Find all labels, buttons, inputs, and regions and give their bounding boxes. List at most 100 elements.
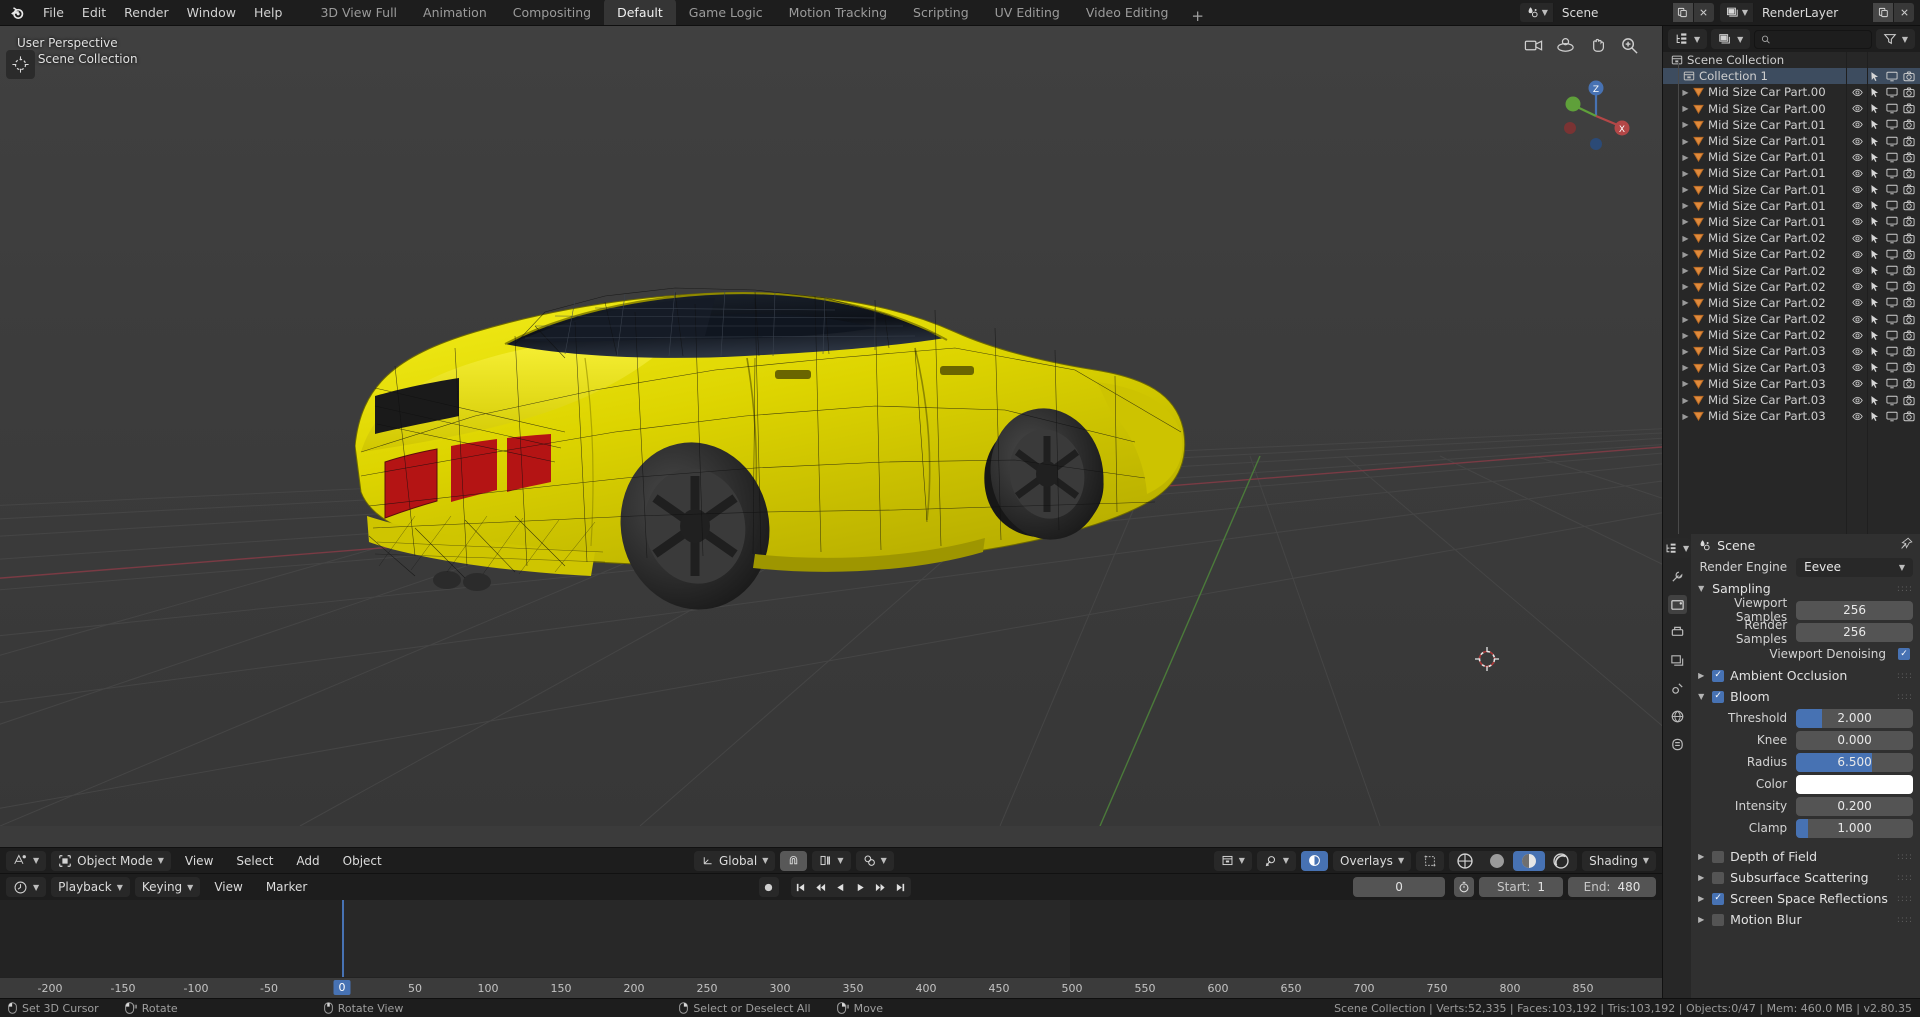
- viewlayer-name-field[interactable]: RenderLayer: [1754, 3, 1872, 22]
- camera-icon[interactable]: [1900, 233, 1917, 244]
- monitor-icon[interactable]: [1883, 411, 1900, 422]
- outliner-row-object[interactable]: ▶ Mid Size Car Part.02: [1663, 311, 1920, 327]
- output-tab-icon[interactable]: [1668, 623, 1687, 642]
- tab-video-editing[interactable]: Video Editing: [1073, 0, 1182, 25]
- timeline-editor-type[interactable]: ▼: [6, 877, 47, 897]
- render-tab-icon[interactable]: [1667, 595, 1687, 614]
- bloom-intensity-slider[interactable]: 0.200: [1796, 796, 1913, 816]
- eye-icon[interactable]: [1849, 184, 1866, 195]
- zoom-icon[interactable]: [1618, 34, 1640, 56]
- monitor-icon[interactable]: [1883, 346, 1900, 357]
- 3d-viewport[interactable]: User Perspective (0) Scene Collection Z …: [0, 26, 1662, 847]
- bloom-clamp-slider[interactable]: 1.000: [1796, 818, 1913, 838]
- monitor-icon[interactable]: [1883, 168, 1900, 179]
- tab-default[interactable]: Default: [604, 0, 676, 25]
- eye-icon[interactable]: [1849, 411, 1866, 422]
- camera-icon[interactable]: [1900, 184, 1917, 195]
- viewport-denoising-checkbox[interactable]: ✓: [1898, 648, 1910, 660]
- filter-funnel-icon[interactable]: ▼: [1875, 29, 1915, 49]
- tab-motion-tracking[interactable]: Motion Tracking: [776, 0, 900, 25]
- outliner-row-collection-1[interactable]: Collection 1: [1663, 68, 1920, 85]
- eye-icon[interactable]: [1849, 200, 1866, 211]
- editor-type-selector[interactable]: ▼: [6, 850, 47, 871]
- camera-icon[interactable]: [1900, 281, 1917, 292]
- transform-orientation-selector[interactable]: Global ▼: [693, 850, 776, 871]
- properties-panel[interactable]: Scene Render Engine Eevee ▼ ▼ Sampling:…: [1691, 534, 1920, 998]
- timeline-menu-marker[interactable]: Marker: [257, 877, 316, 897]
- cursor-select-icon[interactable]: [1866, 184, 1883, 195]
- monitor-icon[interactable]: [1883, 184, 1900, 195]
- viewlayer-tab-icon[interactable]: [1668, 651, 1687, 670]
- properties-editor-type[interactable]: ▼: [1663, 538, 1692, 558]
- render-engine-dropdown[interactable]: Eevee ▼: [1796, 557, 1913, 577]
- camera-icon[interactable]: [1900, 395, 1917, 406]
- monitor-icon[interactable]: [1883, 362, 1900, 373]
- cursor-select-icon[interactable]: [1866, 346, 1883, 357]
- ambient-occlusion-checkbox[interactable]: ✓: [1712, 669, 1725, 682]
- monitor-icon[interactable]: [1883, 297, 1900, 308]
- viewlayer-icon[interactable]: ▼: [1719, 3, 1754, 22]
- tab-game-logic[interactable]: Game Logic: [676, 0, 776, 25]
- eye-icon[interactable]: [1849, 249, 1866, 260]
- shading-rendered-icon[interactable]: [1545, 850, 1578, 871]
- cursor-select-icon[interactable]: [1866, 233, 1883, 244]
- ambient-occlusion-header[interactable]: ▶ ✓ Ambient Occlusion ::::: [1691, 665, 1920, 686]
- blender-logo-icon[interactable]: [0, 0, 34, 25]
- cursor-select-icon[interactable]: [1866, 362, 1883, 373]
- cursor-select-icon[interactable]: [1866, 314, 1883, 325]
- outliner-row-object[interactable]: ▶ Mid Size Car Part.01: [1663, 182, 1920, 198]
- menu-object[interactable]: Object: [334, 851, 391, 871]
- eye-icon[interactable]: [1849, 103, 1866, 114]
- outliner-row-object[interactable]: ▶ Mid Size Car Part.01: [1663, 133, 1920, 149]
- cursor-select-icon[interactable]: [1866, 330, 1883, 341]
- overlays-toggle-icon[interactable]: [1301, 850, 1329, 871]
- disclosure-triangle-icon[interactable]: ▶: [1681, 282, 1690, 291]
- camera-icon[interactable]: [1900, 103, 1917, 114]
- menu-render[interactable]: Render: [115, 0, 178, 25]
- outliner-row-scene-collection[interactable]: Scene Collection: [1663, 52, 1920, 68]
- snap-target-selector[interactable]: ▼: [812, 850, 851, 871]
- monitor-icon[interactable]: [1883, 200, 1900, 211]
- outliner-search-box[interactable]: [1754, 29, 1872, 49]
- disclosure-triangle-icon[interactable]: ▶: [1681, 185, 1690, 194]
- hand-pan-icon[interactable]: [1586, 34, 1608, 56]
- cursor-select-icon[interactable]: [1866, 103, 1883, 114]
- camera-icon[interactable]: [1900, 119, 1917, 130]
- disclosure-triangle-icon[interactable]: ▶: [1681, 234, 1690, 243]
- monitor-icon[interactable]: [1883, 330, 1900, 341]
- rewind-icon[interactable]: [810, 877, 831, 897]
- shading-popover[interactable]: Shading ▼: [1582, 850, 1656, 871]
- camera-icon[interactable]: [1900, 378, 1917, 389]
- disclosure-triangle-icon[interactable]: ▶: [1681, 298, 1690, 307]
- cursor-select-icon[interactable]: [1866, 87, 1883, 98]
- disclosure-triangle-icon[interactable]: ▶: [1681, 104, 1690, 113]
- disclosure-triangle-icon[interactable]: ▶: [1681, 201, 1690, 210]
- outliner-row-object[interactable]: ▶ Mid Size Car Part.02: [1663, 230, 1920, 246]
- xray-toggle-icon[interactable]: [1416, 850, 1445, 871]
- disclosure-triangle-icon[interactable]: ▶: [1681, 379, 1690, 388]
- cursor-tool-icon[interactable]: [6, 50, 35, 79]
- scene-datablock[interactable]: ▼ Scene: [1519, 3, 1714, 22]
- disclosure-triangle-icon[interactable]: ▶: [1681, 250, 1690, 259]
- disclosure-triangle-icon[interactable]: ▶: [1681, 88, 1690, 97]
- outliner-row-object[interactable]: ▶ Mid Size Car Part.01: [1663, 149, 1920, 165]
- disclosure-triangle-icon[interactable]: ▶: [1681, 363, 1690, 372]
- outliner-row-object[interactable]: ▶ Mid Size Car Part.01: [1663, 214, 1920, 230]
- record-icon[interactable]: [758, 877, 779, 897]
- bloom-knee-slider[interactable]: 0.000: [1796, 730, 1913, 750]
- outliner-row-object[interactable]: ▶ Mid Size Car Part.03: [1663, 343, 1920, 359]
- cursor-select-icon[interactable]: [1866, 395, 1883, 406]
- visibility-selector[interactable]: ▼: [1213, 850, 1252, 871]
- eye-icon[interactable]: [1849, 168, 1866, 179]
- motion-blur-header[interactable]: ▶ Motion Blur ::::: [1691, 909, 1920, 930]
- monitor-icon[interactable]: [1883, 314, 1900, 325]
- viewlayer-unlink-button[interactable]: [1893, 3, 1914, 22]
- bloom-color-swatch[interactable]: [1796, 774, 1913, 794]
- shading-wireframe-icon[interactable]: [1449, 850, 1482, 871]
- eye-icon[interactable]: [1849, 330, 1866, 341]
- depth-of-field-header[interactable]: ▶ Depth of Field ::::: [1691, 846, 1920, 867]
- monitor-icon[interactable]: [1883, 378, 1900, 389]
- menu-file[interactable]: File: [34, 0, 73, 25]
- menu-edit[interactable]: Edit: [73, 0, 115, 25]
- navigation-axis-gizmo[interactable]: Z X: [1558, 78, 1634, 154]
